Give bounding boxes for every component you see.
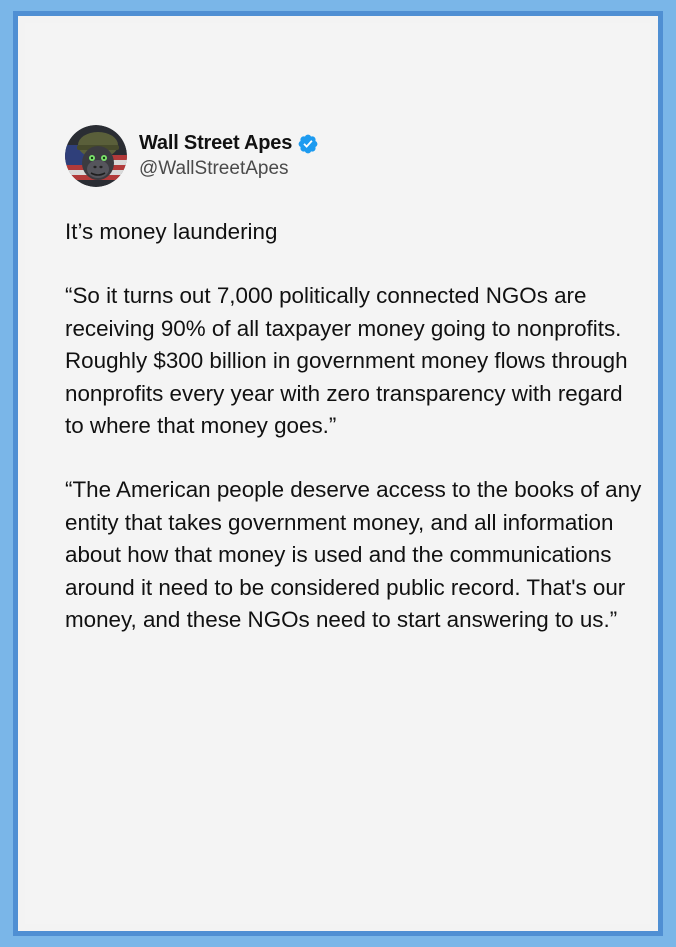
author-names: Wall Street Apes @WallStreetApes xyxy=(139,132,319,180)
tweet-paragraph: It’s money laundering xyxy=(65,219,278,244)
tweet-paragraph: “The American people deserve access to t… xyxy=(65,477,642,633)
frame-border: Wall Street Apes @WallStreetApes It’s mo… xyxy=(13,11,663,936)
verified-badge-icon xyxy=(298,134,318,153)
tweet-text: It’s money laundering “So it turns out 7… xyxy=(65,216,645,636)
handle[interactable]: @WallStreetApes xyxy=(139,158,319,180)
tweet-card: Wall Street Apes @WallStreetApes It’s mo… xyxy=(25,23,651,924)
gorilla-avatar-icon xyxy=(65,125,127,187)
name-row: Wall Street Apes xyxy=(139,132,319,155)
blue-frame: Wall Street Apes @WallStreetApes It’s mo… xyxy=(0,0,676,947)
avatar[interactable] xyxy=(65,125,127,187)
display-name[interactable]: Wall Street Apes xyxy=(139,132,292,155)
tweet-header: Wall Street Apes @WallStreetApes xyxy=(65,121,319,191)
tweet-paragraph: “So it turns out 7,000 politically conne… xyxy=(65,283,628,439)
